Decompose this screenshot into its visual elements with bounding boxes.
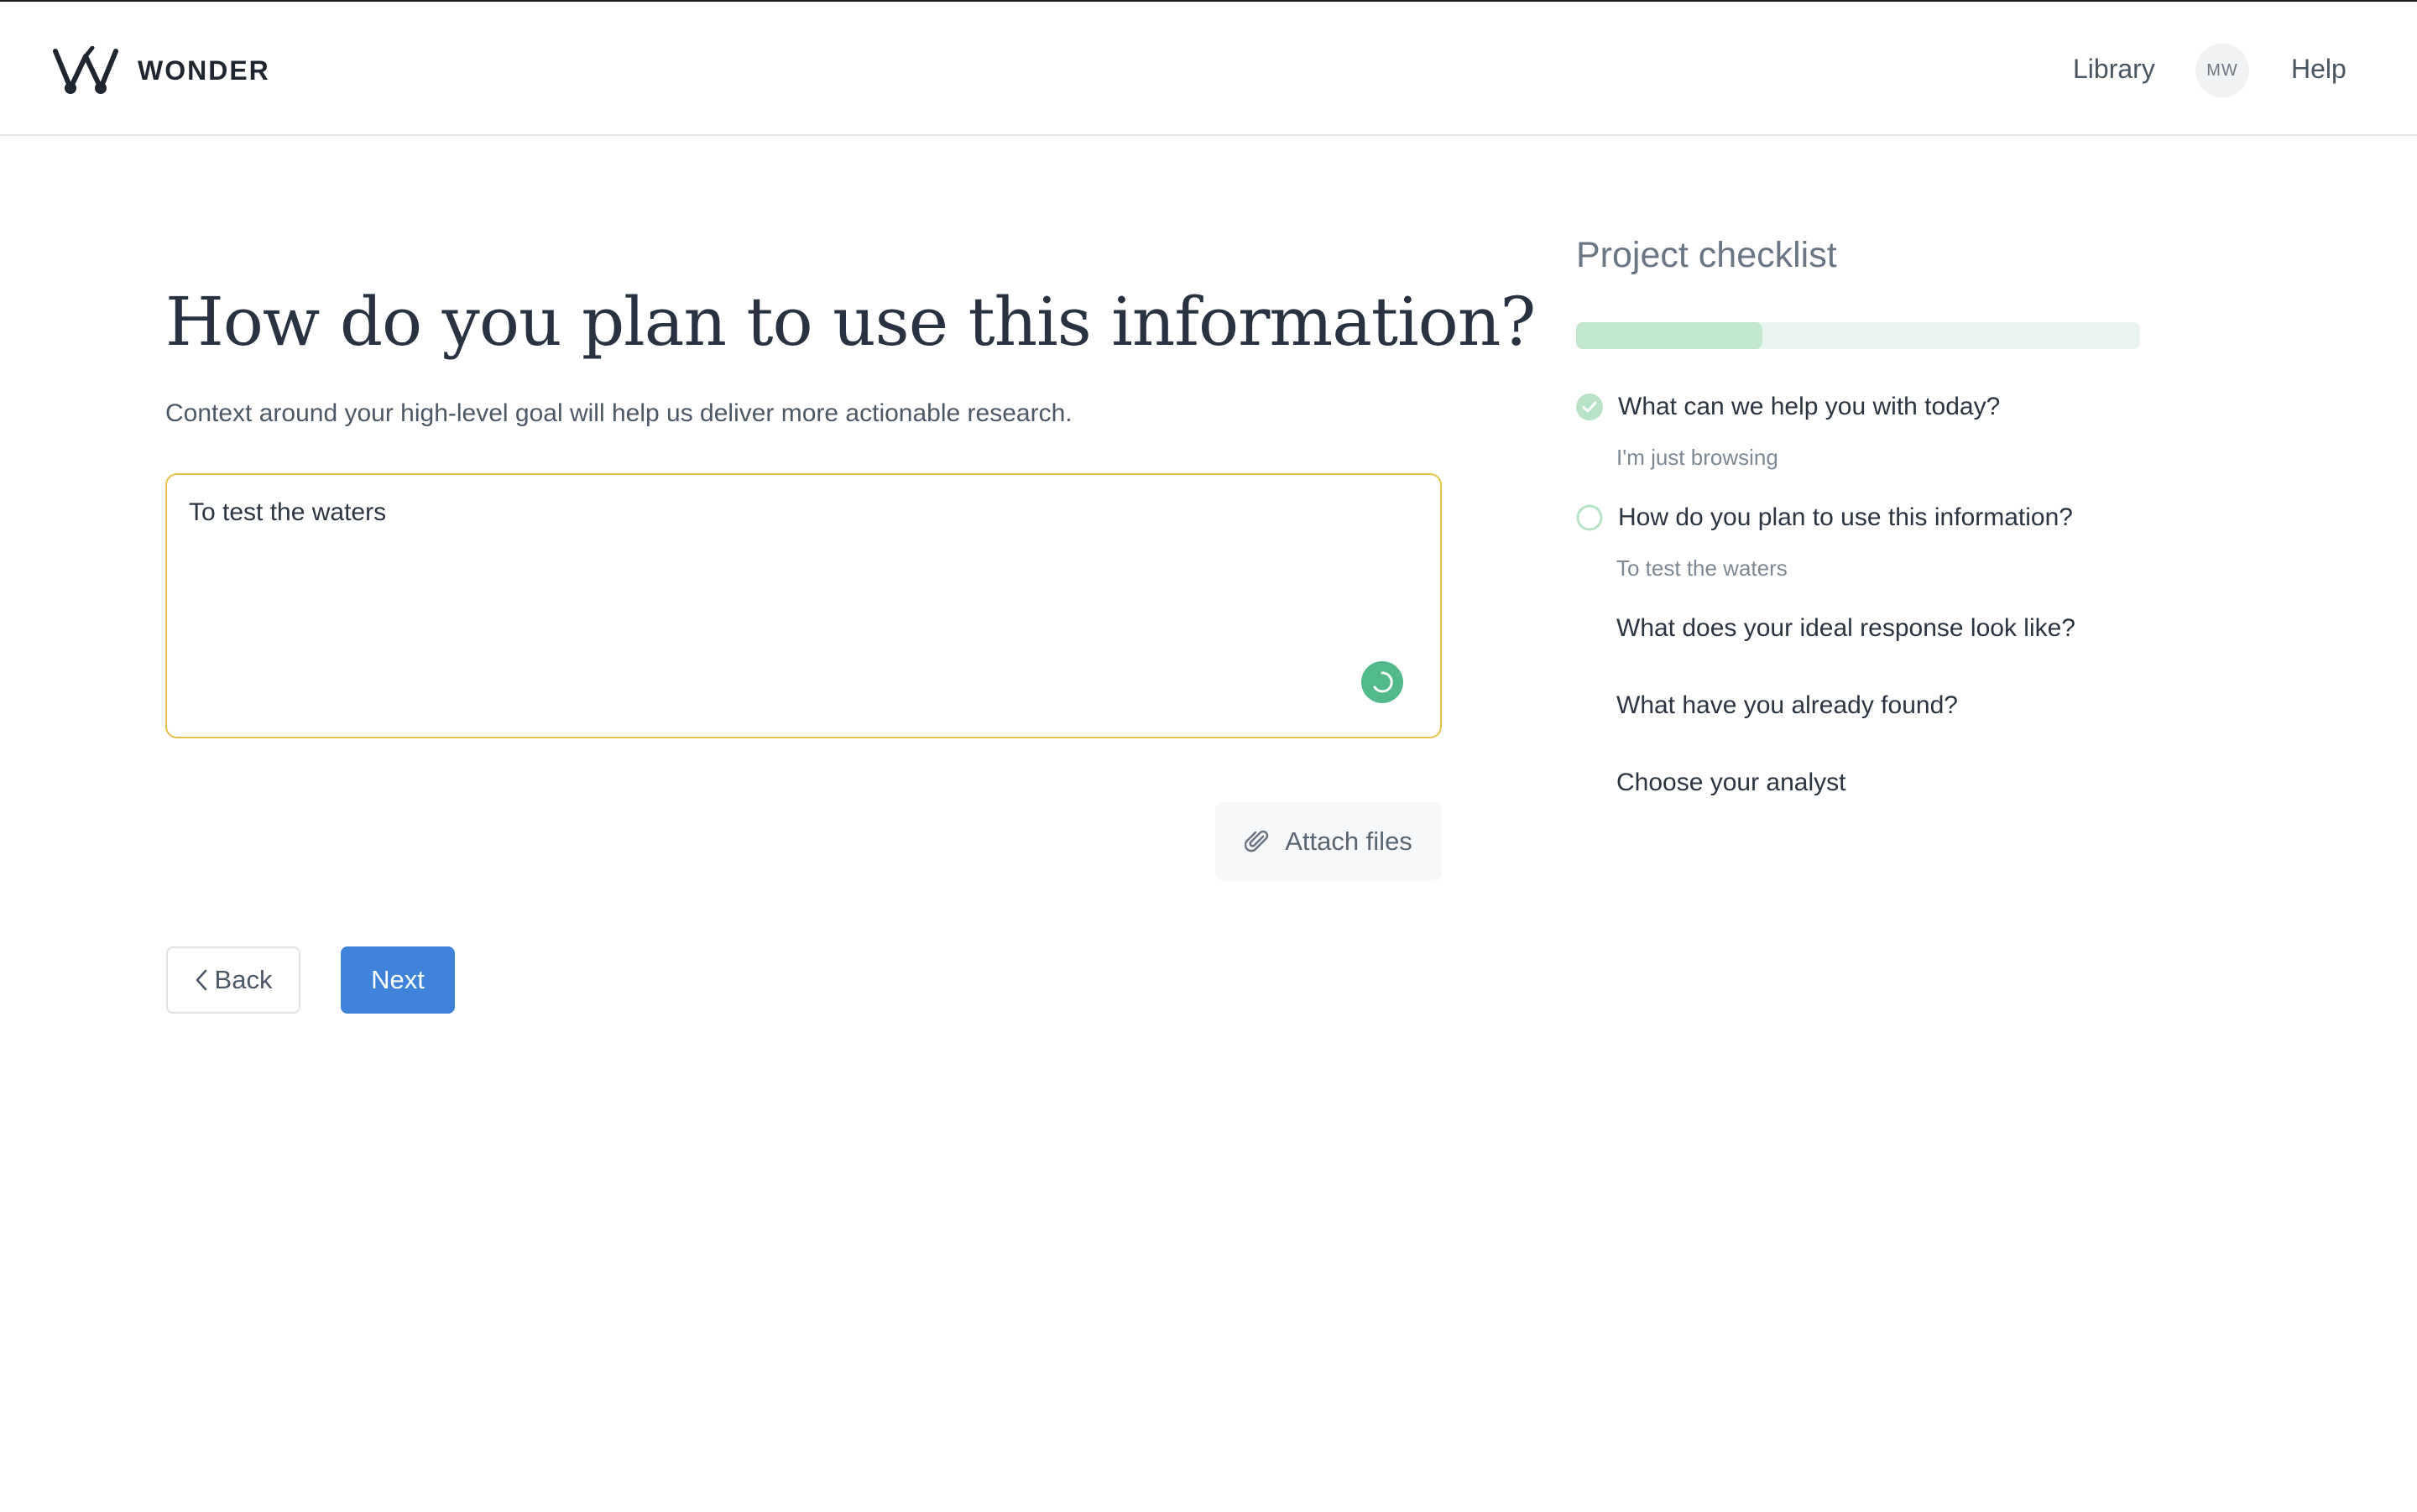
back-button[interactable]: Back <box>166 946 300 1014</box>
page-title: How do you plan to use this information? <box>165 283 1536 361</box>
page: WONDER Library MW Help How do you plan t… <box>0 0 2417 1512</box>
nav-help-link[interactable]: Help <box>2291 54 2347 85</box>
nav-library-link[interactable]: Library <box>2073 54 2155 85</box>
page-subtitle: Context around your high-level goal will… <box>165 399 1073 427</box>
next-button[interactable]: Next <box>341 946 455 1014</box>
brand-name: WONDER <box>138 55 270 86</box>
chevron-left-icon <box>195 968 208 992</box>
back-button-label: Back <box>214 965 273 994</box>
checklist-item-label: What can we help you with today? <box>1618 393 2001 420</box>
wonder-logo-icon <box>52 46 123 95</box>
checklist-item-choose-analyst[interactable]: Choose your analyst <box>1616 769 1846 797</box>
checklist-item-ideal-response[interactable]: What does your ideal response look like? <box>1616 614 2075 643</box>
user-avatar[interactable]: MW <box>2195 44 2249 97</box>
checklist-item-help-today[interactable]: What can we help you with today? <box>1576 393 2000 421</box>
answer-textarea-container[interactable] <box>165 473 1442 738</box>
check-circle-icon <box>1576 394 1603 420</box>
checklist-item-plan-use[interactable]: How do you plan to use this information? <box>1576 503 2073 532</box>
circle-outline-icon <box>1576 504 1603 531</box>
attach-files-button[interactable]: Attach files <box>1215 802 1442 881</box>
checklist-item-label: How do you plan to use this information? <box>1618 503 2073 531</box>
answer-textarea[interactable] <box>189 498 1418 666</box>
checklist-progress-bar <box>1576 322 2140 349</box>
checklist-progress-fill <box>1576 322 1762 349</box>
attach-files-label: Attach files <box>1285 826 1412 856</box>
top-header: WONDER Library MW Help <box>0 2 2417 136</box>
paperclip-icon <box>1245 828 1270 855</box>
checklist-item-answer: I'm just browsing <box>1616 445 1778 470</box>
brand-logo[interactable]: WONDER <box>52 45 270 96</box>
loading-spinner-icon <box>1361 661 1403 703</box>
checklist-title: Project checklist <box>1576 235 1837 275</box>
checklist-item-already-found[interactable]: What have you already found? <box>1616 691 1958 720</box>
checklist-item-answer: To test the waters <box>1616 555 1788 581</box>
